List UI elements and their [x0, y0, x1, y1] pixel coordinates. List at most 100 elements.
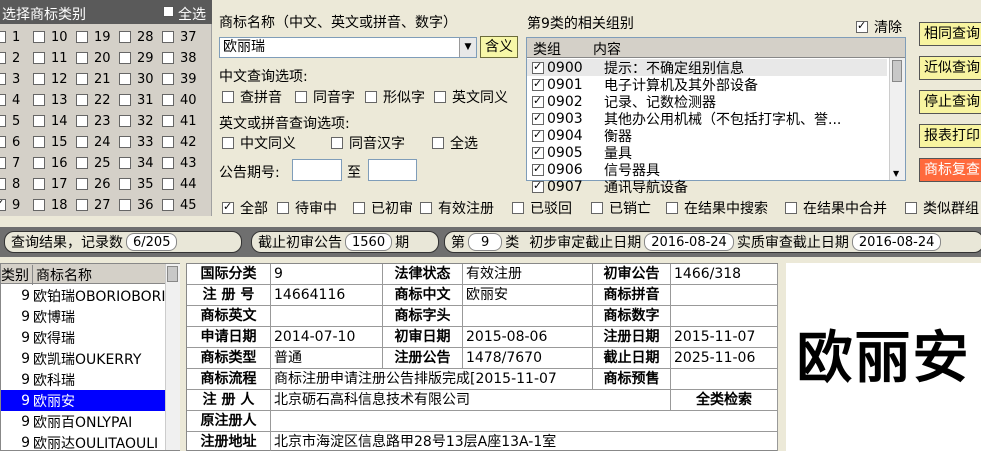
status-filter[interactable]: 类似群组 — [905, 198, 979, 218]
class-option[interactable]: 21 — [76, 69, 111, 89]
status-filter[interactable]: 在结果中搜索 — [666, 198, 768, 218]
class-option[interactable]: 37 — [162, 27, 197, 47]
class-option[interactable]: 16 — [33, 153, 68, 173]
group-row[interactable]: 0903 其他办公用机械（不包括打字机、誉... — [527, 110, 887, 127]
class-checkbox[interactable] — [119, 199, 131, 211]
class-checkbox[interactable] — [162, 115, 174, 127]
class-checkbox[interactable] — [119, 157, 131, 169]
query-option-checkbox[interactable] — [434, 91, 446, 103]
class-checkbox[interactable] — [76, 178, 88, 190]
query-option-checkbox[interactable] — [222, 91, 234, 103]
detail-all-class-search[interactable]: 全类检索 — [671, 390, 778, 411]
group-checkbox[interactable] — [532, 179, 544, 193]
class-checkbox[interactable] — [76, 115, 88, 127]
class-option[interactable]: 5 — [0, 111, 20, 131]
results-scrollbar[interactable] — [165, 264, 180, 450]
print-report-button[interactable]: 报表打印 — [919, 124, 981, 148]
class-option[interactable]: 18 — [33, 195, 68, 215]
class-checkbox[interactable] — [33, 94, 45, 106]
group-checkbox[interactable] — [532, 162, 544, 176]
class-checkbox[interactable] — [76, 73, 88, 85]
status-filter[interactable]: 全部 — [222, 198, 268, 218]
class-option[interactable]: 8 — [0, 174, 20, 194]
class-option[interactable]: 11 — [33, 48, 68, 68]
group-row[interactable]: 0905 量具 — [527, 144, 887, 161]
class-option[interactable]: 39 — [162, 69, 197, 89]
query-option[interactable]: 形似字 — [365, 87, 425, 107]
status-filter[interactable]: 待审中 — [277, 198, 337, 218]
class-checkbox[interactable] — [162, 52, 174, 64]
group-row[interactable]: 0904 衡器 — [527, 127, 887, 144]
class-checkbox[interactable] — [0, 157, 6, 169]
class-option[interactable]: 27 — [76, 195, 111, 215]
clear-groups-checkbox[interactable] — [856, 19, 868, 33]
result-row[interactable]: 9 欧得瑞 — [1, 327, 165, 348]
query-option-checkbox[interactable] — [365, 91, 377, 103]
class-option[interactable]: 28 — [119, 27, 154, 47]
issue-to-input[interactable] — [368, 159, 417, 181]
result-row[interactable]: 9 欧科瑞 — [1, 369, 165, 390]
class-option[interactable]: 42 — [162, 132, 197, 152]
class-option[interactable]: 35 — [119, 174, 154, 194]
query-option-checkbox[interactable] — [295, 91, 307, 103]
class-option[interactable]: 13 — [33, 90, 68, 110]
class-option[interactable]: 36 — [119, 195, 154, 215]
class-option[interactable]: 4 — [0, 90, 20, 110]
class-checkbox[interactable] — [119, 115, 131, 127]
class-option[interactable]: 26 — [76, 174, 111, 194]
class-checkbox[interactable] — [0, 52, 6, 64]
class-checkbox[interactable] — [162, 199, 174, 211]
status-filter[interactable]: 已驳回 — [512, 198, 572, 218]
class-checkbox[interactable] — [33, 115, 45, 127]
group-checkbox[interactable] — [532, 60, 544, 74]
class-checkbox[interactable] — [162, 136, 174, 148]
class-checkbox[interactable] — [0, 136, 6, 148]
select-all-classes-label[interactable]: 全选 — [178, 4, 206, 24]
class-option[interactable]: 25 — [76, 153, 111, 173]
class-checkbox[interactable] — [119, 73, 131, 85]
status-filter[interactable]: 已初审 — [353, 198, 413, 218]
group-checkbox[interactable] — [532, 111, 544, 125]
status-filter-checkbox[interactable] — [222, 200, 234, 214]
query-option[interactable]: 中文同义 — [222, 133, 296, 153]
status-filter-checkbox[interactable] — [277, 202, 289, 214]
issue-from-input[interactable] — [292, 159, 342, 181]
class-checkbox[interactable] — [0, 73, 6, 85]
query-option-checkbox[interactable] — [331, 137, 343, 149]
class-option[interactable]: 34 — [119, 153, 154, 173]
group-checkbox[interactable] — [532, 145, 544, 159]
query-option[interactable]: 英文同义 — [434, 87, 508, 107]
result-row[interactable]: 9 欧丽百ONLYPAI — [1, 411, 165, 432]
class-option[interactable]: 9 — [0, 195, 20, 215]
group-checkbox[interactable] — [532, 77, 544, 91]
result-row[interactable]: 9 欧丽安 — [1, 390, 165, 411]
class-checkbox[interactable] — [162, 157, 174, 169]
class-checkbox[interactable] — [0, 31, 6, 43]
class-checkbox[interactable] — [33, 73, 45, 85]
status-filter-checkbox[interactable] — [512, 202, 524, 214]
same-search-button[interactable]: 相同查询 — [919, 22, 981, 46]
query-option[interactable]: 查拼音 — [222, 87, 282, 107]
class-option[interactable]: 12 — [33, 69, 68, 89]
class-checkbox[interactable] — [33, 178, 45, 190]
class-option[interactable]: 20 — [76, 48, 111, 68]
class-checkbox[interactable] — [76, 31, 88, 43]
select-all-classes-checkbox[interactable] — [163, 6, 174, 17]
class-option[interactable]: 15 — [33, 132, 68, 152]
status-filter-checkbox[interactable] — [666, 202, 678, 214]
clear-groups-toggle[interactable]: 清除 — [856, 17, 902, 37]
class-checkbox[interactable] — [33, 199, 45, 211]
query-option-checkbox[interactable] — [222, 137, 234, 149]
query-option[interactable]: 同音汉字 — [331, 133, 405, 153]
class-checkbox[interactable] — [119, 31, 131, 43]
trademark-name-input[interactable]: 欧丽瑞 — [219, 37, 477, 58]
class-option[interactable]: 19 — [76, 27, 111, 47]
class-option[interactable]: 44 — [162, 174, 197, 194]
class-option[interactable]: 30 — [119, 69, 154, 89]
meaning-button[interactable]: 含义 — [480, 36, 518, 58]
class-checkbox[interactable] — [33, 157, 45, 169]
class-checkbox[interactable] — [119, 178, 131, 190]
class-option[interactable]: 32 — [119, 111, 154, 131]
class-checkbox[interactable] — [162, 73, 174, 85]
class-option[interactable]: 45 — [162, 195, 197, 215]
